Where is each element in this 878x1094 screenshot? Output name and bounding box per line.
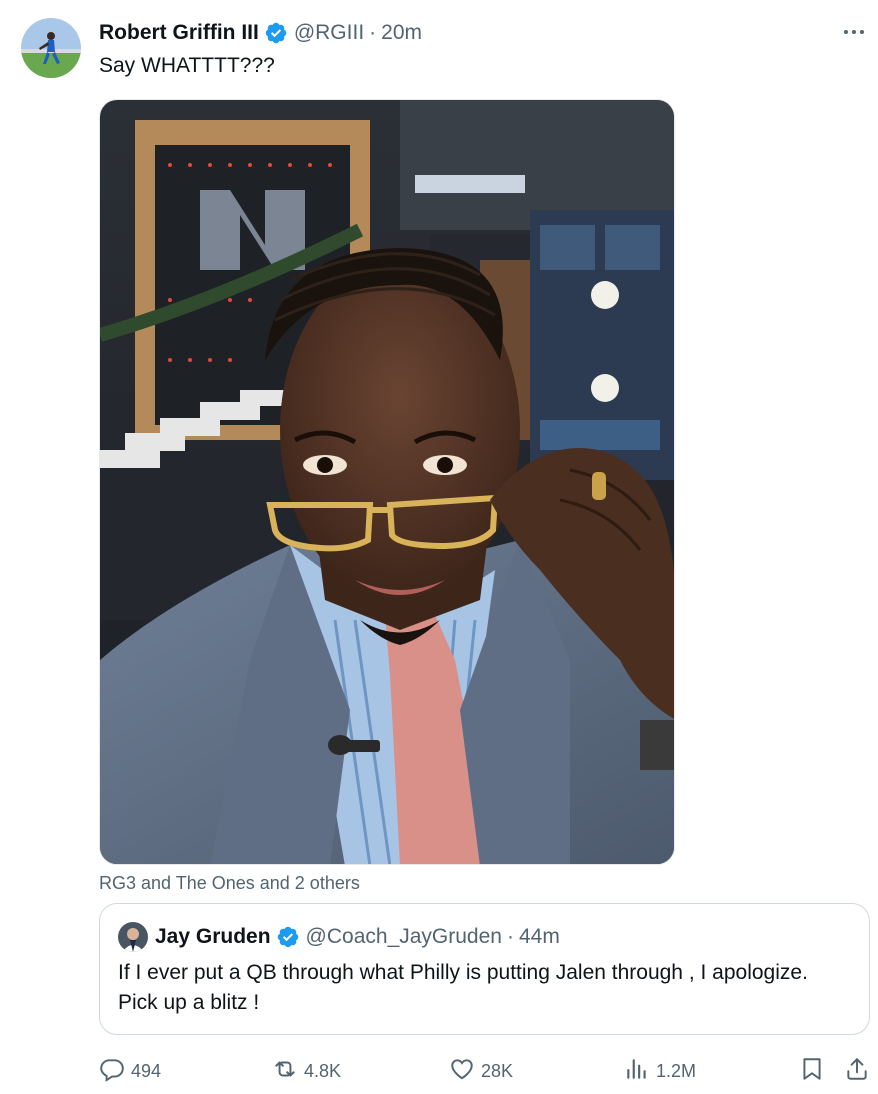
reply-icon	[99, 1056, 131, 1087]
tweet-photo[interactable]	[99, 99, 675, 865]
more-icon[interactable]	[840, 22, 868, 42]
author-name[interactable]: Robert Griffin III	[99, 21, 259, 45]
quoted-text: If I ever put a QB through what Philly i…	[118, 961, 838, 1014]
verified-badge-icon[interactable]	[264, 21, 288, 45]
views-button[interactable]: 1.2M	[624, 1056, 696, 1087]
repost-count: 4.8K	[304, 1061, 342, 1081]
tweet-timestamp[interactable]: 20m	[381, 21, 422, 45]
like-button[interactable]: 28K	[449, 1056, 513, 1087]
quoted-timestamp[interactable]: 44m	[519, 925, 560, 949]
views-icon	[624, 1056, 656, 1087]
reply-count: 494	[131, 1061, 162, 1081]
quoted-author-name[interactable]: Jay Gruden	[155, 925, 271, 949]
tweet-text: Say WHATTTT???	[99, 54, 275, 77]
bookmark-icon[interactable]	[799, 1056, 825, 1082]
reply-button[interactable]: 494	[99, 1056, 161, 1087]
header-separator: ·	[369, 21, 377, 44]
views-count: 1.2M	[656, 1061, 697, 1081]
tweet-header: Robert Griffin III @RGIII · 20m	[99, 19, 422, 47]
quoted-author-handle[interactable]: @Coach_JayGruden	[306, 925, 502, 949]
quoted-header-separator: ·	[506, 925, 514, 948]
quoted-author-avatar[interactable]	[118, 922, 148, 952]
media-tags[interactable]: RG3 and The Ones and 2 others	[99, 873, 360, 894]
repost-icon	[272, 1056, 304, 1087]
quoted-header: Jay Gruden @Coach_JayGruden · 44m	[155, 923, 560, 951]
author-handle[interactable]: @RGIII	[294, 21, 364, 45]
repost-button[interactable]: 4.8K	[272, 1056, 341, 1087]
like-count: 28K	[481, 1061, 514, 1081]
share-icon[interactable]	[844, 1056, 870, 1082]
quoted-tweet[interactable]: Jay Gruden @Coach_JayGruden · 44m If I e…	[99, 903, 870, 1035]
verified-badge-icon[interactable]	[276, 925, 300, 949]
heart-icon	[449, 1056, 481, 1087]
author-avatar[interactable]	[21, 18, 81, 78]
